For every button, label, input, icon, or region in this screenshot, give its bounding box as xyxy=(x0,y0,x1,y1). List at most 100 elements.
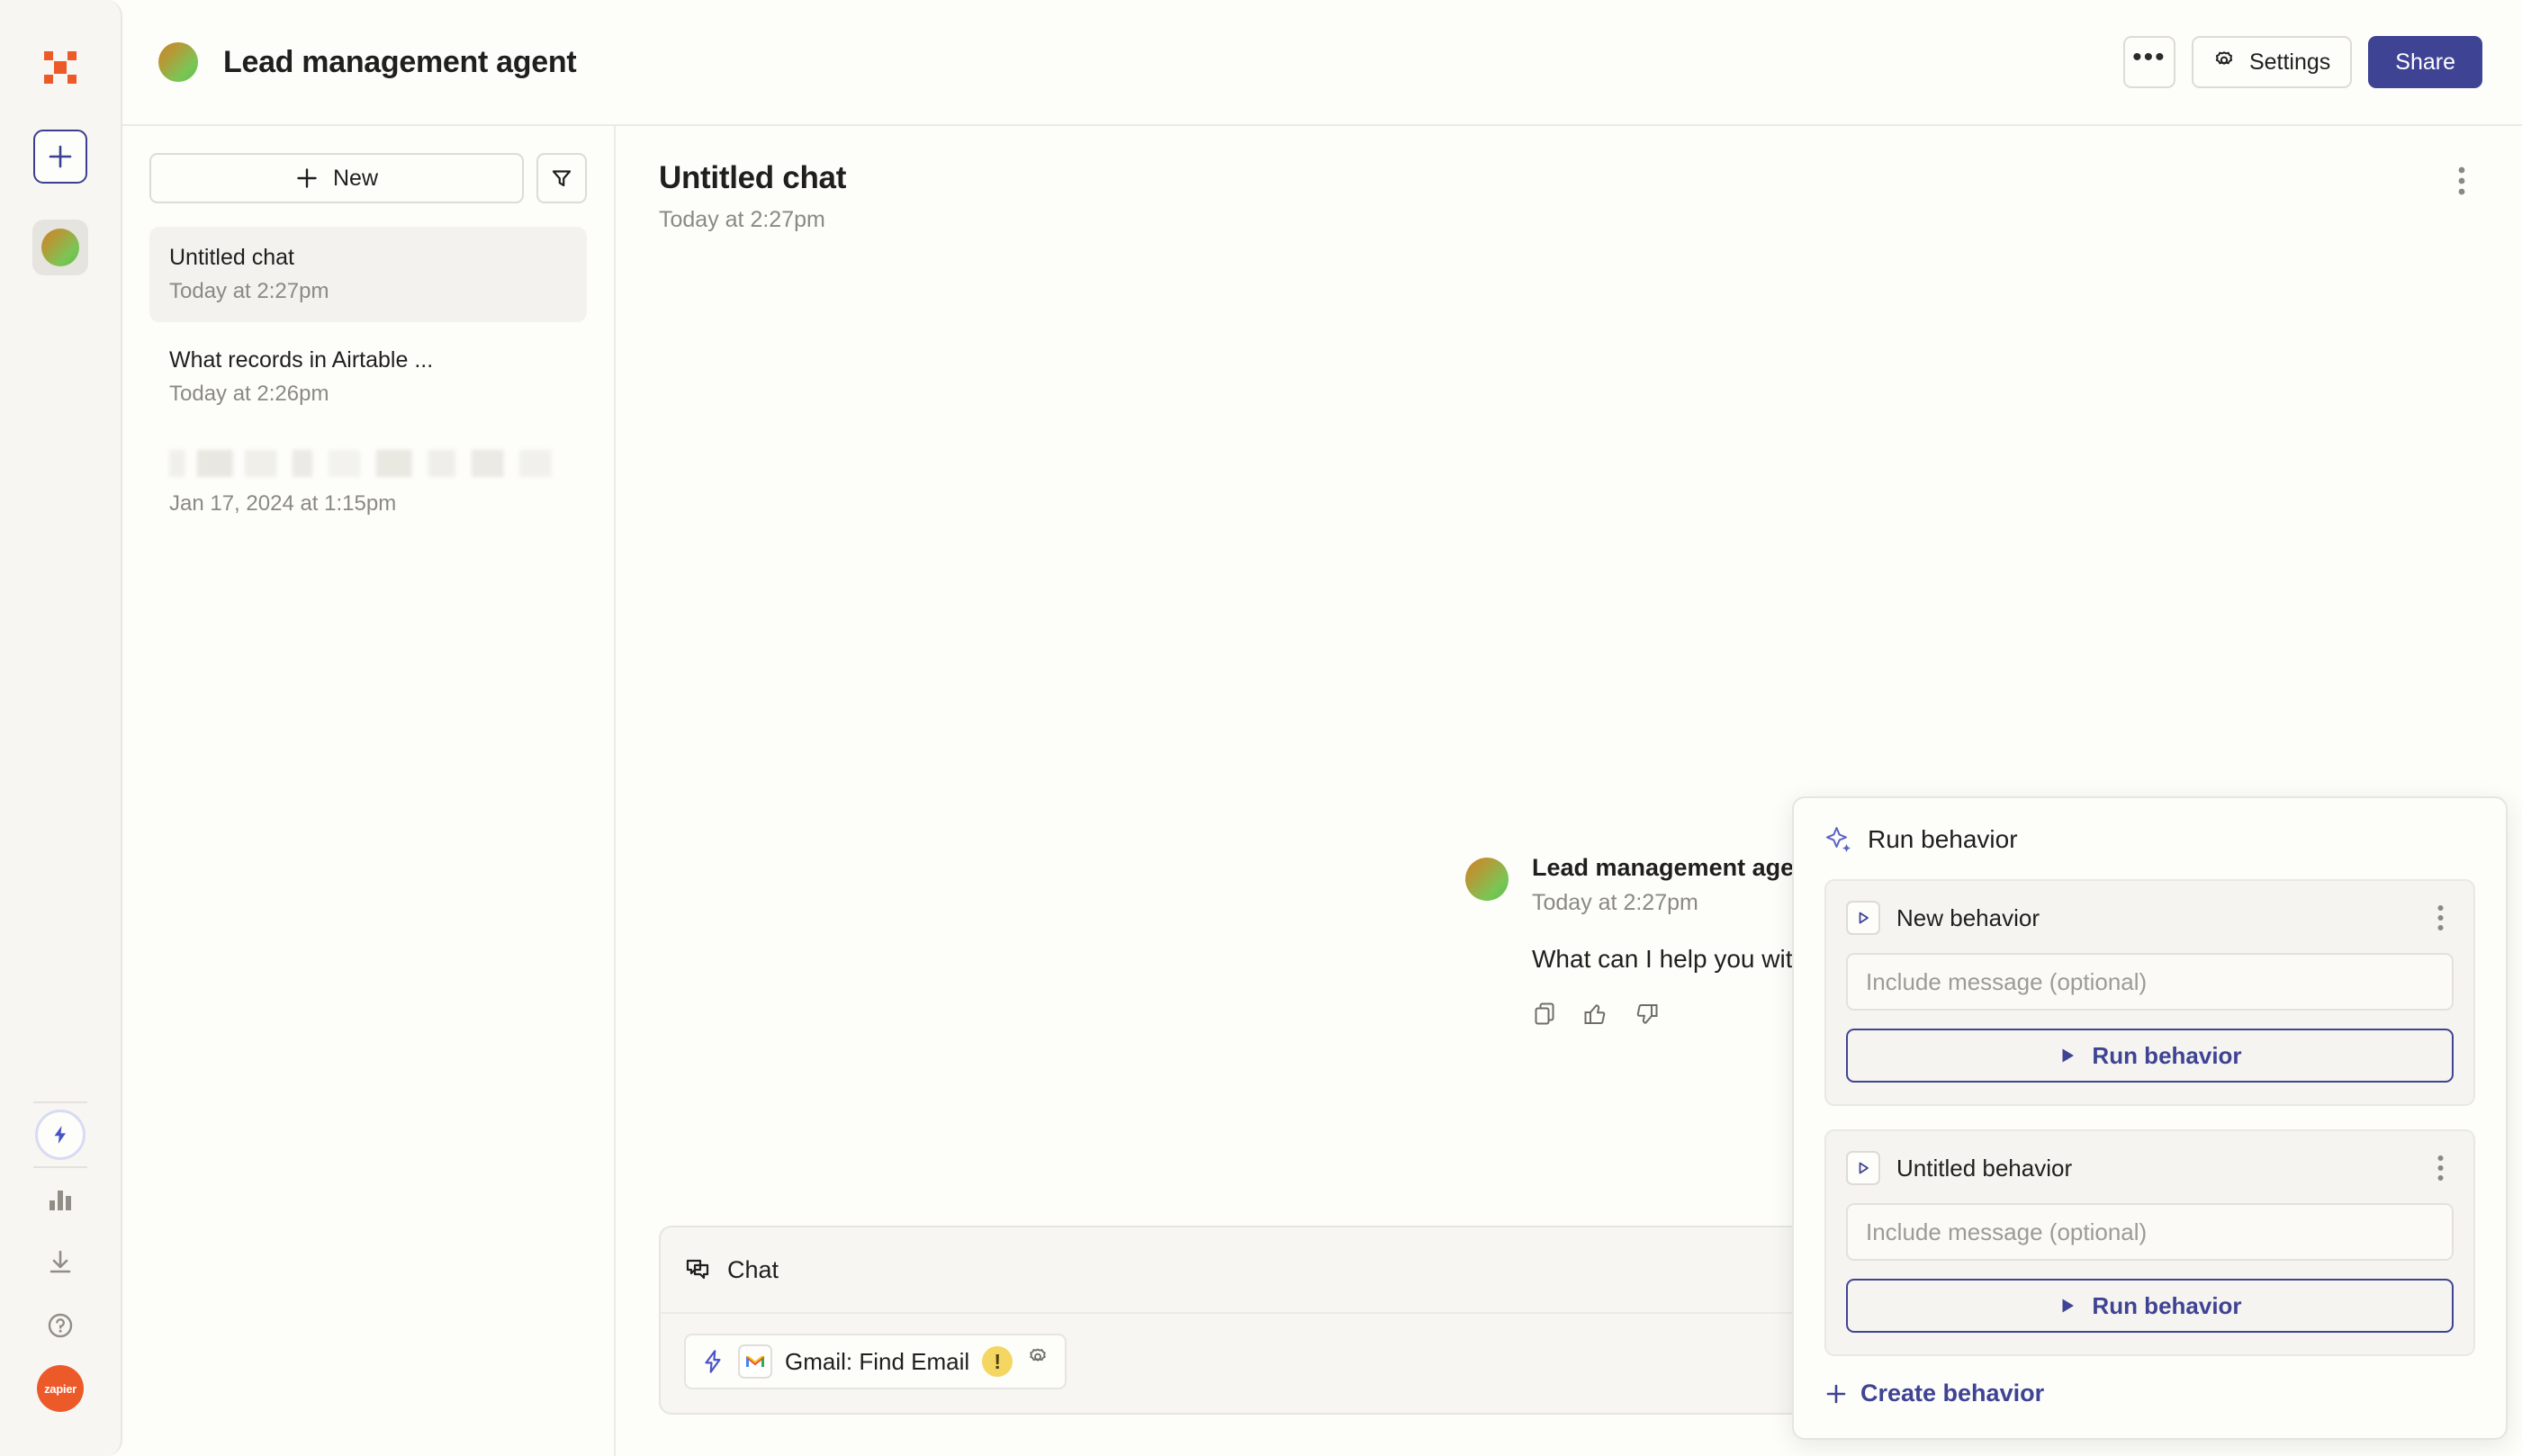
lightning-bolt-icon xyxy=(705,1350,721,1373)
header-actions: ••• Settings Share xyxy=(2122,36,2482,88)
create-behavior-button[interactable]: Create behavior xyxy=(1824,1380,2475,1407)
gmail-find-email-chip[interactable]: Gmail: Find Email ! xyxy=(684,1334,1067,1389)
behavior-kebab-menu[interactable] xyxy=(2427,904,2454,931)
chat-list-item[interactable]: Jan 17, 2024 at 1:15pm xyxy=(149,432,587,535)
chat-item-time: Today at 2:27pm xyxy=(169,279,329,303)
chat-list-item[interactable]: What records in Airtable ... Today at 2:… xyxy=(149,329,587,425)
conversation-title: Untitled chat xyxy=(659,160,847,195)
agent-avatar xyxy=(41,229,79,266)
thumbs-up-button[interactable] xyxy=(1582,1001,1609,1028)
play-filled-icon xyxy=(2062,1299,2075,1313)
create-behavior-label: Create behavior xyxy=(1860,1380,2045,1407)
message-author: Lead management agent xyxy=(1532,854,1817,881)
composer-mode[interactable]: Chat xyxy=(684,1255,779,1284)
message-body: Lead management agent Today at 2:27pm Wh… xyxy=(1532,854,1821,1028)
thumbs-down-button[interactable] xyxy=(1633,1001,1660,1028)
run-behavior-label: Run behavior xyxy=(2092,1041,2242,1069)
body-split: New Untitled chat Today at 2:27pm What r… xyxy=(122,126,2522,1456)
chat-item-title-redacted xyxy=(169,450,567,477)
settings-button[interactable]: Settings xyxy=(2191,36,2353,88)
filter-icon xyxy=(552,170,572,187)
left-rail: zapier xyxy=(0,0,122,1456)
main-column: Lead management agent ••• Settings Share xyxy=(122,0,2522,1456)
plus-icon xyxy=(1826,1384,1846,1403)
behavior-card: Untitled behavior Include message (optio… xyxy=(1824,1129,2475,1356)
behavior-message-input[interactable] xyxy=(1846,1203,2454,1261)
warning-exclamation-icon: ! xyxy=(982,1346,1013,1377)
gear-icon xyxy=(1030,1348,1046,1362)
header-identity: Lead management agent xyxy=(158,42,577,82)
new-chat-label: New xyxy=(332,165,378,191)
new-chat-button[interactable]: New xyxy=(149,153,524,203)
play-outline-icon xyxy=(1846,1151,1880,1185)
more-options-button[interactable]: ••• xyxy=(2122,36,2175,88)
chat-item-title: Untitled chat xyxy=(169,245,294,270)
chat-list-header: New xyxy=(149,153,587,203)
agent-avatar xyxy=(158,42,198,82)
lightning-bolt-icon xyxy=(35,1110,86,1160)
chat-item-time: Jan 17, 2024 at 1:15pm xyxy=(169,491,397,516)
chip-settings-button[interactable] xyxy=(1025,1346,1050,1378)
popover-header: Run behavior xyxy=(1824,825,2475,854)
behavior-card-header: New behavior xyxy=(1846,901,2454,935)
rail-help-item[interactable] xyxy=(29,1294,92,1357)
app-root: zapier Lead management agent ••• Setting… xyxy=(0,0,2522,1456)
chat-item-title: What records in Airtable ... xyxy=(169,347,434,373)
plus-icon xyxy=(297,168,317,188)
behavior-name: Untitled behavior xyxy=(1896,1154,2073,1182)
conversation-timestamp: Today at 2:27pm xyxy=(659,207,825,232)
message-text: What can I help you with? xyxy=(1532,945,1821,973)
chat-list-item[interactable]: Untitled chat Today at 2:27pm xyxy=(149,227,587,322)
thumbs-up-icon xyxy=(1584,1004,1606,1024)
message-actions xyxy=(1532,1001,1821,1028)
behavior-card-header: Untitled behavior xyxy=(1846,1151,2454,1185)
play-filled-icon xyxy=(2062,1048,2075,1063)
message-timestamp: Today at 2:27pm xyxy=(1532,890,1698,915)
rail-analytics-item[interactable] xyxy=(29,1168,92,1231)
conversation-pane: Untitled chat Today at 2:27pm Lead manag… xyxy=(616,126,2522,1456)
thumbs-down-icon xyxy=(1636,1004,1658,1024)
chat-bubbles-icon xyxy=(686,1259,709,1280)
rail-zap-item[interactable] xyxy=(29,1103,92,1166)
conversation-scroll: Lead management agent Today at 2:27pm Wh… xyxy=(616,233,2522,1440)
share-button[interactable]: Share xyxy=(2368,36,2482,88)
chip-label: Gmail: Find Email xyxy=(785,1347,970,1375)
behavior-name: New behavior xyxy=(1896,903,2040,931)
gear-icon xyxy=(2215,51,2233,65)
share-label: Share xyxy=(2395,49,2455,75)
kebab-menu-icon xyxy=(2458,166,2465,195)
play-outline-icon xyxy=(1846,901,1880,935)
run-behavior-button[interactable]: Run behavior xyxy=(1846,1029,2454,1083)
conversation-titles: Untitled chat Today at 2:27pm xyxy=(659,160,846,233)
behavior-message-input[interactable] xyxy=(1846,953,2454,1011)
conversation-header: Untitled chat Today at 2:27pm xyxy=(616,126,2522,233)
warning-label: ! xyxy=(994,1349,1001,1373)
page-title: Lead management agent xyxy=(223,44,577,79)
composer-mode-label: Chat xyxy=(727,1255,779,1283)
zapier-interfaces-logo-icon[interactable] xyxy=(34,41,86,94)
rail-agent-item[interactable] xyxy=(32,220,88,275)
chat-list-sidebar: New Untitled chat Today at 2:27pm What r… xyxy=(122,126,616,1456)
run-behavior-button[interactable]: Run behavior xyxy=(1846,1279,2454,1333)
question-mark-icon xyxy=(48,1313,73,1338)
rail-account-badge[interactable]: zapier xyxy=(29,1357,92,1420)
run-behavior-label: Run behavior xyxy=(2092,1291,2242,1319)
bar-chart-icon xyxy=(50,1191,71,1210)
agent-avatar xyxy=(1465,858,1509,901)
behavior-kebab-menu[interactable] xyxy=(2427,1155,2454,1182)
behavior-card: New behavior Include message (optional) … xyxy=(1824,879,2475,1106)
zapier-badge-label: zapier xyxy=(44,1381,77,1396)
popover-title: Run behavior xyxy=(1868,825,2018,853)
conversation-kebab-menu[interactable] xyxy=(2441,160,2482,202)
plus-icon xyxy=(49,145,72,168)
copy-message-button[interactable] xyxy=(1532,1001,1559,1028)
settings-label: Settings xyxy=(2248,49,2331,75)
rail-download-item[interactable] xyxy=(29,1231,92,1294)
kebab-menu-icon xyxy=(2437,905,2443,930)
copy-icon xyxy=(1535,1002,1554,1025)
sparkle-icon xyxy=(1826,827,1851,852)
rail-new-button[interactable] xyxy=(33,130,87,184)
filter-button[interactable] xyxy=(536,153,587,203)
kebab-menu-icon xyxy=(2437,1155,2443,1181)
agent-message: Lead management agent Today at 2:27pm Wh… xyxy=(1465,854,1821,1028)
